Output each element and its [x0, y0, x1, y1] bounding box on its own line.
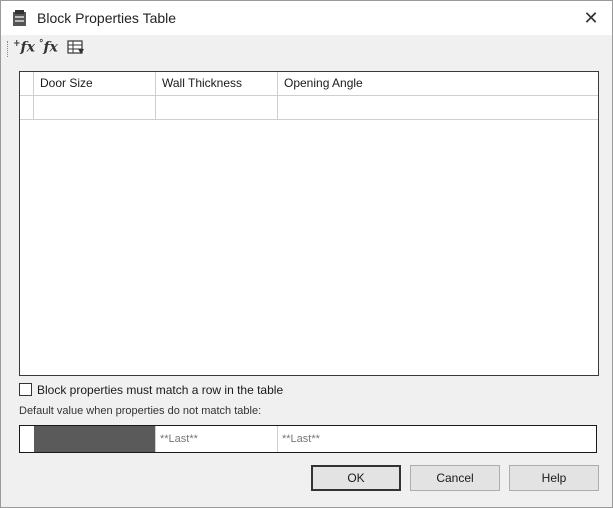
table-cell[interactable] — [156, 96, 278, 119]
column-header-wall-thickness[interactable]: Wall Thickness — [156, 72, 278, 95]
existing-property-icon[interactable]: °fx — [39, 39, 58, 59]
help-button[interactable]: Help — [509, 465, 599, 491]
block-properties-dialog: Block Properties Table ✕ +fx °fx Door Si… — [0, 0, 613, 508]
match-row-checkbox[interactable] — [19, 383, 32, 396]
ok-button[interactable]: OK — [311, 465, 401, 491]
default-value-door-size[interactable] — [34, 426, 156, 452]
row-header — [20, 426, 35, 452]
table-cell[interactable] — [278, 96, 598, 119]
table-settings-icon[interactable] — [67, 40, 85, 60]
match-row-label[interactable]: Block properties must match a row in the… — [37, 383, 283, 397]
block-properties-icon — [11, 9, 29, 27]
row-header[interactable] — [20, 96, 34, 119]
properties-table[interactable]: Door Size Wall Thickness Opening Angle — [19, 71, 599, 376]
row-header-corner — [20, 72, 34, 95]
close-icon[interactable]: ✕ — [580, 7, 602, 29]
default-values-row[interactable]: **Last** **Last** — [19, 425, 597, 453]
add-property-icon[interactable]: +fx — [13, 39, 35, 59]
title-bar: Block Properties Table ✕ — [1, 1, 612, 35]
table-cell[interactable] — [34, 96, 156, 119]
toolbar: +fx °fx — [7, 38, 127, 62]
toolbar-grip — [7, 41, 10, 57]
default-values-label: Default value when properties do not mat… — [19, 405, 262, 417]
dialog-title: Block Properties Table — [37, 10, 177, 26]
column-header-door-size[interactable]: Door Size — [34, 72, 156, 95]
cancel-button[interactable]: Cancel — [410, 465, 500, 491]
table-header-row: Door Size Wall Thickness Opening Angle — [20, 72, 598, 96]
column-header-opening-angle[interactable]: Opening Angle — [278, 72, 598, 95]
table-row[interactable] — [20, 96, 598, 120]
default-value-opening-angle[interactable]: **Last** — [278, 426, 596, 452]
default-value-wall-thickness[interactable]: **Last** — [156, 426, 278, 452]
